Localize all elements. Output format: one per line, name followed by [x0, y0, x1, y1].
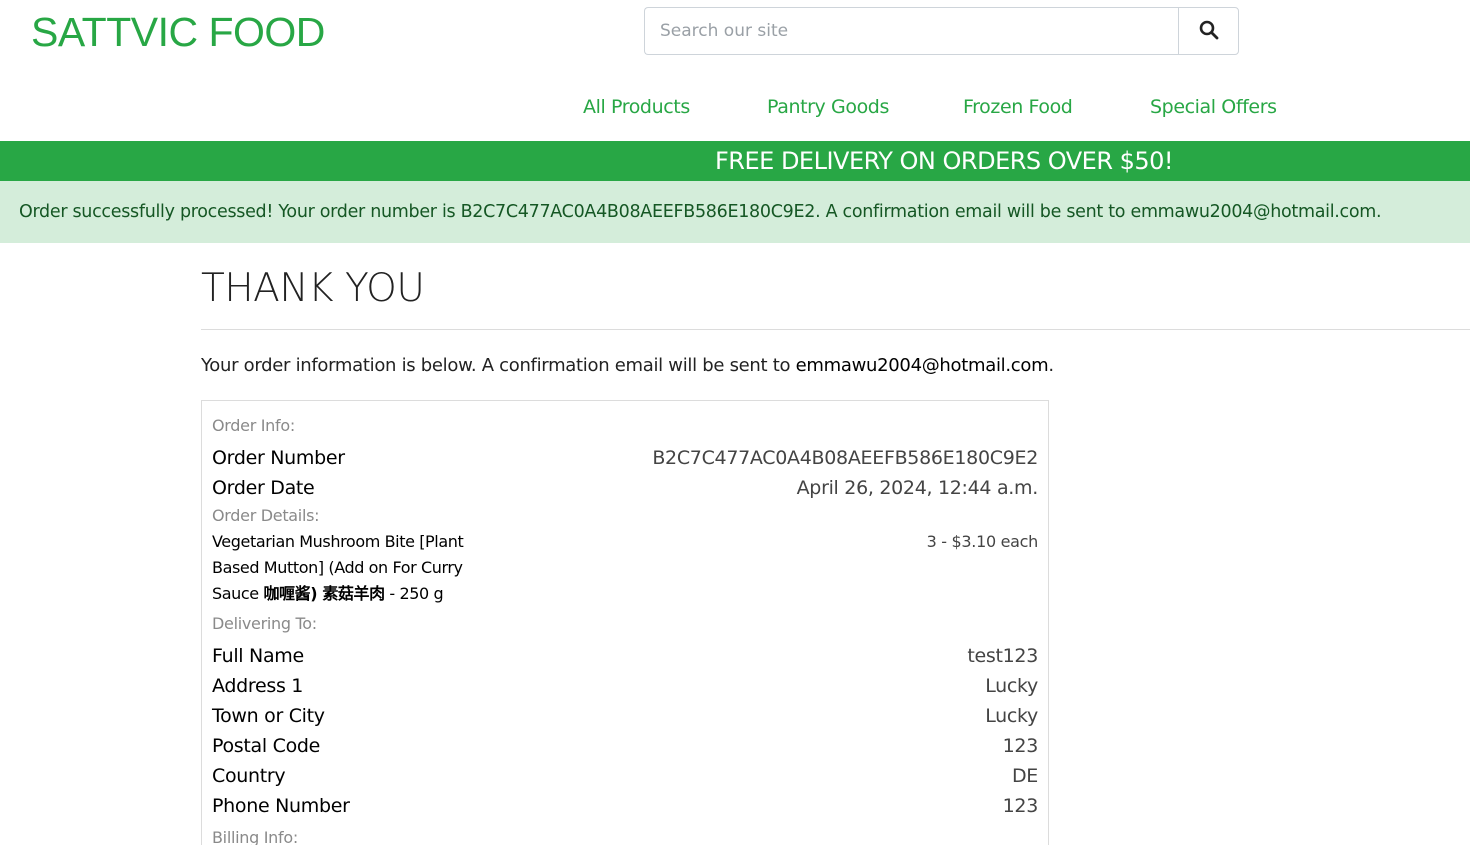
nav-special-offers[interactable]: Special Offers — [1150, 92, 1277, 122]
order-item-quantity-price: 3 - $3.10 each — [926, 532, 1039, 551]
town-row: Town or City Lucky — [212, 701, 1038, 731]
phone-value: 123 — [1002, 795, 1039, 817]
town-label: Town or City — [212, 705, 325, 727]
item-name-weight: - 250 g — [384, 584, 444, 603]
main-nav: All Products Pantry Goods Frozen Food Sp… — [0, 92, 1470, 124]
country-label: Country — [212, 765, 286, 787]
intro-suffix: . — [1048, 355, 1054, 376]
search-input[interactable] — [644, 7, 1178, 55]
postal-code-row: Postal Code 123 — [212, 731, 1038, 761]
item-name-chinese: 咖喱酱) 素菇羊肉 — [263, 584, 385, 603]
address1-label: Address 1 — [212, 675, 304, 697]
order-number-label: Order Number — [212, 447, 345, 469]
search-button[interactable] — [1178, 7, 1239, 55]
delivering-to-label: Delivering To: — [212, 614, 317, 633]
order-info-label: Order Info: — [212, 416, 295, 435]
country-value: DE — [1011, 765, 1038, 787]
free-delivery-banner: FREE DELIVERY ON ORDERS OVER $50! — [0, 141, 1470, 181]
order-item-name: Vegetarian Mushroom Bite [Plant Based Mu… — [212, 529, 472, 607]
order-summary-card: Order Info: Order Number B2C7C477AC0A4B0… — [201, 400, 1049, 845]
intro-prefix: Your order information is below. A confi… — [201, 355, 796, 376]
nav-frozen-food[interactable]: Frozen Food — [963, 92, 1073, 122]
order-success-alert: Order successfully processed! Your order… — [0, 181, 1470, 243]
country-row: Country DE — [212, 761, 1038, 791]
order-item-row: Vegetarian Mushroom Bite [Plant Based Mu… — [212, 529, 1038, 607]
full-name-row: Full Name test123 — [212, 641, 1038, 671]
full-name-value: test123 — [967, 645, 1038, 667]
order-date-value: April 26, 2024, 12:44 a.m. — [796, 477, 1039, 499]
order-details-label: Order Details: — [212, 506, 320, 525]
nav-all-products[interactable]: All Products — [583, 92, 690, 122]
page-title: THANK YOU — [201, 266, 425, 311]
order-number-value: B2C7C477AC0A4B08AEEFB586E180C9E2 — [652, 447, 1038, 469]
search-icon — [1199, 20, 1219, 43]
postal-code-value: 123 — [1002, 735, 1039, 757]
town-value: Lucky — [985, 705, 1038, 727]
brand-logo-link[interactable]: SATTVIC FOOD — [31, 8, 325, 56]
order-number-row: Order Number B2C7C477AC0A4B08AEEFB586E18… — [212, 443, 1038, 473]
intro-email: emmawu2004@hotmail.com — [795, 355, 1049, 376]
billing-info-label: Billing Info: — [212, 828, 298, 845]
phone-row: Phone Number 123 — [212, 791, 1038, 821]
title-divider — [201, 329, 1470, 330]
main-content: THANK YOU Your order information is belo… — [0, 243, 1470, 845]
nav-pantry-goods[interactable]: Pantry Goods — [767, 92, 889, 122]
intro-text: Your order information is below. A confi… — [201, 354, 1470, 378]
order-date-label: Order Date — [212, 477, 315, 499]
full-name-label: Full Name — [212, 645, 304, 667]
order-date-row: Order Date April 26, 2024, 12:44 a.m. — [212, 473, 1038, 503]
phone-label: Phone Number — [212, 795, 350, 817]
search-form — [644, 7, 1239, 55]
address1-row: Address 1 Lucky — [212, 671, 1038, 701]
site-header: SATTVIC FOOD All Products Pantry Goods F… — [0, 0, 1470, 141]
address1-value: Lucky — [985, 675, 1038, 697]
postal-code-label: Postal Code — [212, 735, 321, 757]
